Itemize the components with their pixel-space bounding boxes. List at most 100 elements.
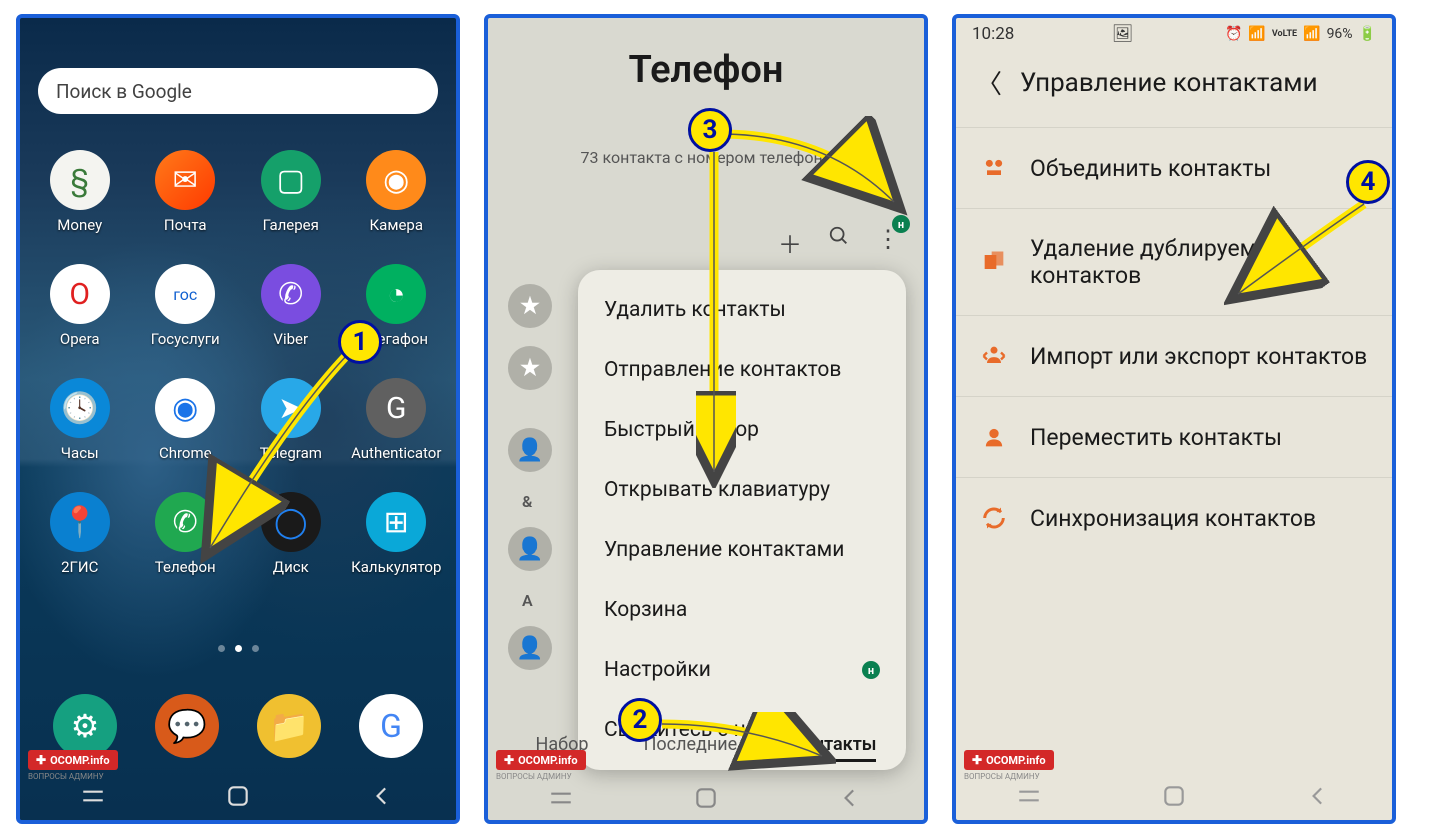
- menu-item[interactable]: Управление контактами: [578, 520, 906, 580]
- app-icon: 🕓: [50, 378, 110, 438]
- app-icon: ✆: [261, 264, 321, 324]
- home-button[interactable]: [1161, 783, 1187, 809]
- contact-avatar[interactable]: 👤: [508, 428, 552, 472]
- page-title: Управление контактами: [1020, 68, 1318, 98]
- settings-list: Объединить контакты Удаление дублируемых …: [956, 127, 1392, 558]
- app-label: Госуслуги: [151, 330, 220, 348]
- recents-button[interactable]: [80, 783, 106, 809]
- dock-settings[interactable]: ⚙: [53, 694, 117, 758]
- watermark: OCOMP.info: [496, 750, 586, 770]
- back-button[interactable]: [1306, 783, 1332, 809]
- setting-label: Переместить контакты: [1030, 424, 1282, 451]
- signal-icon: 📶: [1303, 26, 1320, 42]
- setting-item[interactable]: Синхронизация контактов: [956, 477, 1392, 558]
- app-label: Камера: [370, 216, 423, 234]
- app-label: Money: [57, 216, 102, 234]
- status-icons: ⏰ 📶 VoLTE 📶 96% 🔋: [1225, 24, 1376, 44]
- app-icon: ◉: [366, 150, 426, 210]
- setting-item[interactable]: Объединить контакты: [956, 127, 1392, 208]
- google-search-bar[interactable]: Поиск в Google: [38, 68, 438, 114]
- phone-homescreen: Поиск в Google § Money ✉Почта▢Галерея ◉ Каме…: [16, 14, 460, 824]
- volte-icon: VoLTE: [1272, 29, 1297, 39]
- app-почта[interactable]: ✉Почта: [136, 150, 236, 234]
- merge-icon: [980, 154, 1008, 182]
- menu-item[interactable]: Настройкин: [578, 640, 906, 700]
- app-icon: гос: [155, 264, 215, 324]
- menu-item[interactable]: Открывать клавиатуру: [578, 460, 906, 520]
- setting-item[interactable]: Импорт или экспорт контактов: [956, 315, 1392, 396]
- app-камера[interactable]: ◉ Камера: [347, 150, 447, 234]
- app-часы[interactable]: 🕓 Часы: [30, 378, 130, 462]
- app-money[interactable]: § Money: [30, 150, 130, 234]
- back-button[interactable]: [370, 783, 396, 809]
- back-button[interactable]: [838, 785, 864, 811]
- app-label: Chrome: [159, 444, 212, 462]
- home-button[interactable]: [225, 783, 251, 809]
- recents-button[interactable]: [548, 785, 574, 811]
- tab-Контакты[interactable]: Контакты: [792, 734, 876, 762]
- watermark-sub: ВОПРОСЫ АДМИНУ: [496, 772, 572, 781]
- app-telegram[interactable]: ➤Telegram: [241, 378, 341, 462]
- app-authenticator[interactable]: GAuthenticator: [347, 378, 447, 462]
- app-телефон[interactable]: ✆Телефон: [136, 492, 236, 576]
- phone-contacts-menu: Телефон 73 контакта с номером телефона ＋…: [484, 14, 928, 824]
- setting-item[interactable]: Удаление дублируемых контактов: [956, 208, 1392, 315]
- menu-item[interactable]: Удалить контакты: [578, 280, 906, 340]
- watermark-sub: ВОПРОСЫ АДМИНУ: [964, 772, 1040, 781]
- phone-manage-contacts: 10:28 🖼 ⏰ 📶 VoLTE 📶 96% 🔋 〈 Управление к…: [952, 14, 1396, 824]
- app-chrome[interactable]: ◉Chrome: [136, 378, 236, 462]
- watermark: OCOMP.info: [28, 750, 118, 770]
- search-placeholder: Поиск в Google: [56, 80, 192, 103]
- contact-avatar[interactable]: ★: [508, 346, 552, 390]
- app-icon: ◔: [366, 264, 426, 324]
- menu-item-label: Корзина: [604, 598, 687, 622]
- menu-item[interactable]: Быстрый набор: [578, 400, 906, 460]
- add-icon[interactable]: ＋: [778, 225, 802, 260]
- tab-Последние[interactable]: Последние: [644, 734, 738, 762]
- app-opera[interactable]: OOpera: [30, 264, 130, 348]
- app-label: Viber: [273, 330, 308, 348]
- setting-item[interactable]: Переместить контакты: [956, 396, 1392, 477]
- app-галерея[interactable]: ▢Галерея: [241, 150, 341, 234]
- recents-button[interactable]: [1016, 783, 1042, 809]
- app-label: Телефон: [155, 558, 216, 576]
- setting-label: Объединить контакты: [1030, 155, 1271, 182]
- app-icon: ◯: [261, 492, 321, 552]
- app-диск[interactable]: ◯Диск: [241, 492, 341, 576]
- app-2гис[interactable]: 📍 2ГИС: [30, 492, 130, 576]
- app-viber[interactable]: ✆ Viber: [241, 264, 341, 348]
- app-калькулятор[interactable]: ⊞ Калькулятор: [347, 492, 447, 576]
- battery-percent: 96%: [1327, 26, 1353, 42]
- dock-messages[interactable]: 💬: [155, 694, 219, 758]
- app-госуслуги[interactable]: гос Госуслуги: [136, 264, 236, 348]
- impexp-icon: [980, 342, 1008, 370]
- menu-item-label: Настройки: [604, 658, 711, 682]
- app-label: 2ГИС: [61, 558, 98, 576]
- overflow-menu-icon[interactable]: ⋮н: [876, 225, 900, 260]
- app-icon: ⊞: [366, 492, 426, 552]
- move-icon: [980, 423, 1008, 451]
- app-label: Часы: [61, 444, 99, 462]
- app-label: Калькулятор: [351, 558, 441, 576]
- home-button[interactable]: [693, 785, 719, 811]
- menu-item-label: Отправление контактов: [604, 358, 841, 382]
- battery-icon: 🔋: [1359, 26, 1376, 42]
- app-label: Opera: [60, 330, 100, 348]
- menu-item[interactable]: Отправление контактов: [578, 340, 906, 400]
- app-icon: §: [50, 150, 110, 210]
- page-header: 〈 Управление контактами: [956, 50, 1392, 127]
- search-icon[interactable]: [828, 225, 850, 260]
- app-icon: 📍: [50, 492, 110, 552]
- setting-label: Импорт или экспорт контактов: [1030, 343, 1367, 370]
- app-grid: § Money ✉Почта▢Галерея ◉ Камера OOpera гос Госу…: [30, 150, 446, 576]
- dock-files[interactable]: 📁: [257, 694, 321, 758]
- back-icon[interactable]: 〈: [976, 64, 1002, 101]
- contact-avatar[interactable]: 👤: [508, 626, 552, 670]
- section-letter: А: [522, 591, 552, 610]
- app-label: Telegram: [260, 444, 322, 462]
- contact-avatar[interactable]: ★: [508, 284, 552, 328]
- contact-avatar[interactable]: 👤: [508, 527, 552, 571]
- dock-google[interactable]: G: [359, 694, 423, 758]
- watermark-sub: ВОПРОСЫ АДМИНУ: [28, 772, 104, 781]
- menu-item[interactable]: Корзина: [578, 580, 906, 640]
